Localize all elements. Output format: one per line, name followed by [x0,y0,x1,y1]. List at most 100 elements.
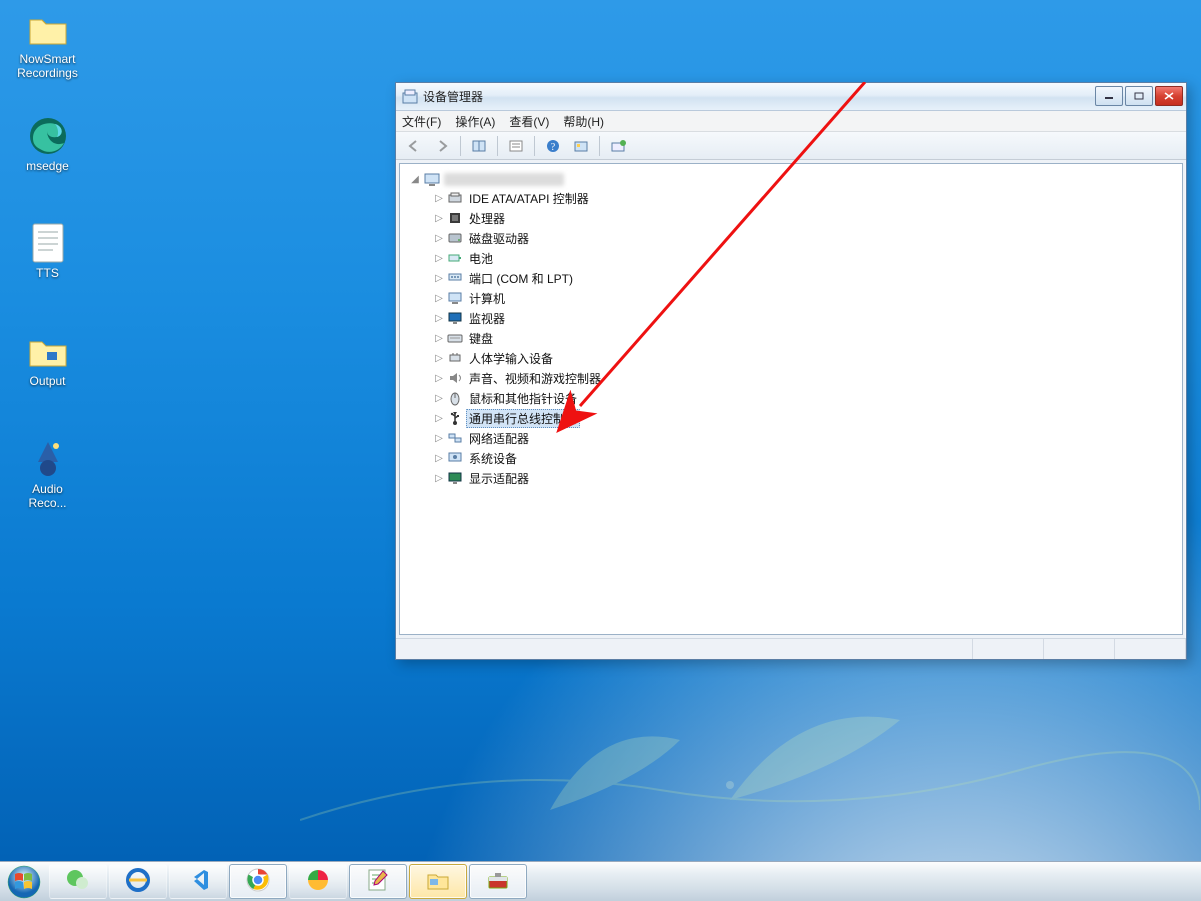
expand-icon[interactable]: ▷ [434,453,444,463]
tree-node-label: 网络适配器 [466,430,532,447]
hid-icon [447,350,463,366]
computer-root-icon [424,171,440,187]
desktop-icon-audioreco[interactable]: AudioReco... [10,438,85,510]
ie-icon [125,867,151,896]
toolbar-update-driver-button[interactable] [606,134,630,158]
status-cell [973,639,1044,659]
expand-icon[interactable]: ▷ [434,353,444,363]
desktop-icon-tts[interactable]: TTS [10,222,85,280]
tree-node[interactable]: ▷声音、视频和游戏控制器 [432,368,1178,388]
tree-node[interactable]: ▷系统设备 [432,448,1178,468]
keyboard-icon [447,330,463,346]
tree-node[interactable]: ▷ 端口 (COM 和 LPT) [432,268,1178,288]
expand-icon[interactable]: ▷ [434,393,444,403]
tree-node[interactable]: ▷ 计算机 [432,288,1178,308]
task-item-notepadpp[interactable] [349,864,407,899]
toolbar-scan-button[interactable] [569,134,593,158]
battery-icon [447,250,463,266]
task-item-ie[interactable] [109,864,167,899]
menu-action[interactable]: 操作(A) [455,113,495,130]
folder-icon [24,8,72,50]
tree-node[interactable]: ▷ 显示适配器 [432,468,1178,488]
toolbar-help-button[interactable]: ? [541,134,565,158]
expand-icon[interactable]: ▷ [434,193,444,203]
toolbar-separator [534,136,535,156]
tree-node-label: 计算机 [466,290,508,307]
task-item-vscode[interactable] [169,864,227,899]
tree-node-label: 显示适配器 [466,470,532,487]
task-item-explorer[interactable] [409,864,467,899]
monitor-icon [447,310,463,326]
tree-node-label: 处理器 [466,210,508,227]
text-file-icon [24,222,72,264]
sound-icon [447,370,463,386]
expand-icon[interactable]: ▷ [434,213,444,223]
expand-icon[interactable]: ▷ [434,233,444,243]
toolbar-separator [497,136,498,156]
explorer-icon [425,867,451,896]
desktop[interactable]: NowSmartRecordings msedge TTS Output Aud… [0,0,1201,861]
disk-icon [447,230,463,246]
status-cell [1115,639,1186,659]
collapse-icon[interactable]: ◢ [410,174,420,184]
task-item-toolbox[interactable] [469,864,527,899]
menubar: 文件(F) 操作(A) 查看(V) 帮助(H) [396,111,1186,132]
tree-node-label: IDE ATA/ATAPI 控制器 [466,190,592,207]
desktop-icon-label: Output [10,374,85,388]
expand-icon[interactable]: ▷ [434,333,444,343]
start-button[interactable] [0,862,48,901]
desktop-icon-output[interactable]: Output [10,330,85,388]
task-item-chrome[interactable] [229,864,287,899]
desktop-icon-label: TTS [10,266,85,280]
tree-node[interactable]: ▷ 人体学输入设备 [432,348,1178,368]
tree-node-label: 键盘 [466,330,496,347]
svg-text:?: ? [551,142,556,153]
tree-node[interactable]: ▷ 处理器 [432,208,1178,228]
toolbox-icon [485,867,511,896]
expand-icon[interactable]: ▷ [434,473,444,483]
expand-icon[interactable]: ▷ [434,253,444,263]
usb-icon [447,410,463,426]
tree-node-label: 人体学输入设备 [466,350,556,367]
tree-node-label: 监视器 [466,310,508,327]
tree-node[interactable]: ▷ 网络适配器 [432,428,1178,448]
toolbar-properties-button[interactable] [504,134,528,158]
taskbar[interactable] [0,861,1201,901]
titlebar[interactable]: 设备管理器 [396,83,1186,111]
tree-node[interactable]: ▷鼠标和其他指针设备 [432,388,1178,408]
maximize-button[interactable] [1125,86,1153,106]
toolbar-show-hidden-button[interactable] [467,134,491,158]
expand-icon[interactable]: ▷ [434,273,444,283]
tree-node[interactable]: ▷电池 [432,248,1178,268]
desktop-icon-label: NowSmartRecordings [10,52,85,80]
expand-icon[interactable]: ▷ [434,293,444,303]
tree-node-label: 端口 (COM 和 LPT) [466,270,576,287]
expand-icon[interactable]: ▷ [434,373,444,383]
tree-node[interactable]: ▷ 键盘 [432,328,1178,348]
tree-node[interactable]: ▷ IDE ATA/ATAPI 控制器 [432,188,1178,208]
close-button[interactable] [1155,86,1183,106]
expand-icon[interactable]: ▷ [434,313,444,323]
minimize-button[interactable] [1095,86,1123,106]
cpu-icon [447,210,463,226]
app-green-icon [305,867,331,896]
tree-node[interactable]: ▷ 监视器 [432,308,1178,328]
tree-root-node[interactable]: ◢ [410,170,1178,188]
device-manager-window[interactable]: 设备管理器 文件(F) 操作(A) 查看(V) 帮助(H) ? [395,82,1187,660]
toolbar: ? [396,132,1186,160]
task-item-app-green[interactable] [289,864,347,899]
tree-node[interactable]: ▷ 磁盘驱动器 [432,228,1178,248]
window-icon [402,89,418,105]
task-item-wechat[interactable] [49,864,107,899]
menu-file[interactable]: 文件(F) [402,113,441,130]
expand-icon[interactable]: ▷ [434,413,444,423]
expand-icon[interactable]: ▷ [434,433,444,443]
menu-help[interactable]: 帮助(H) [563,113,604,130]
tree-node[interactable]: ▷通用串行总线控制器 [432,408,1178,428]
wechat-icon [65,867,91,896]
menu-view[interactable]: 查看(V) [509,113,549,130]
desktop-icon-recordings[interactable]: NowSmartRecordings [10,8,85,80]
desktop-icon-msedge[interactable]: msedge [10,115,85,173]
tree-node-label: 磁盘驱动器 [466,230,532,247]
device-tree-panel[interactable]: ◢ ▷IDE ATA/ATAPI 控制器▷处理器▷磁盘驱动器▷电池▷端口 (CO… [399,163,1183,635]
